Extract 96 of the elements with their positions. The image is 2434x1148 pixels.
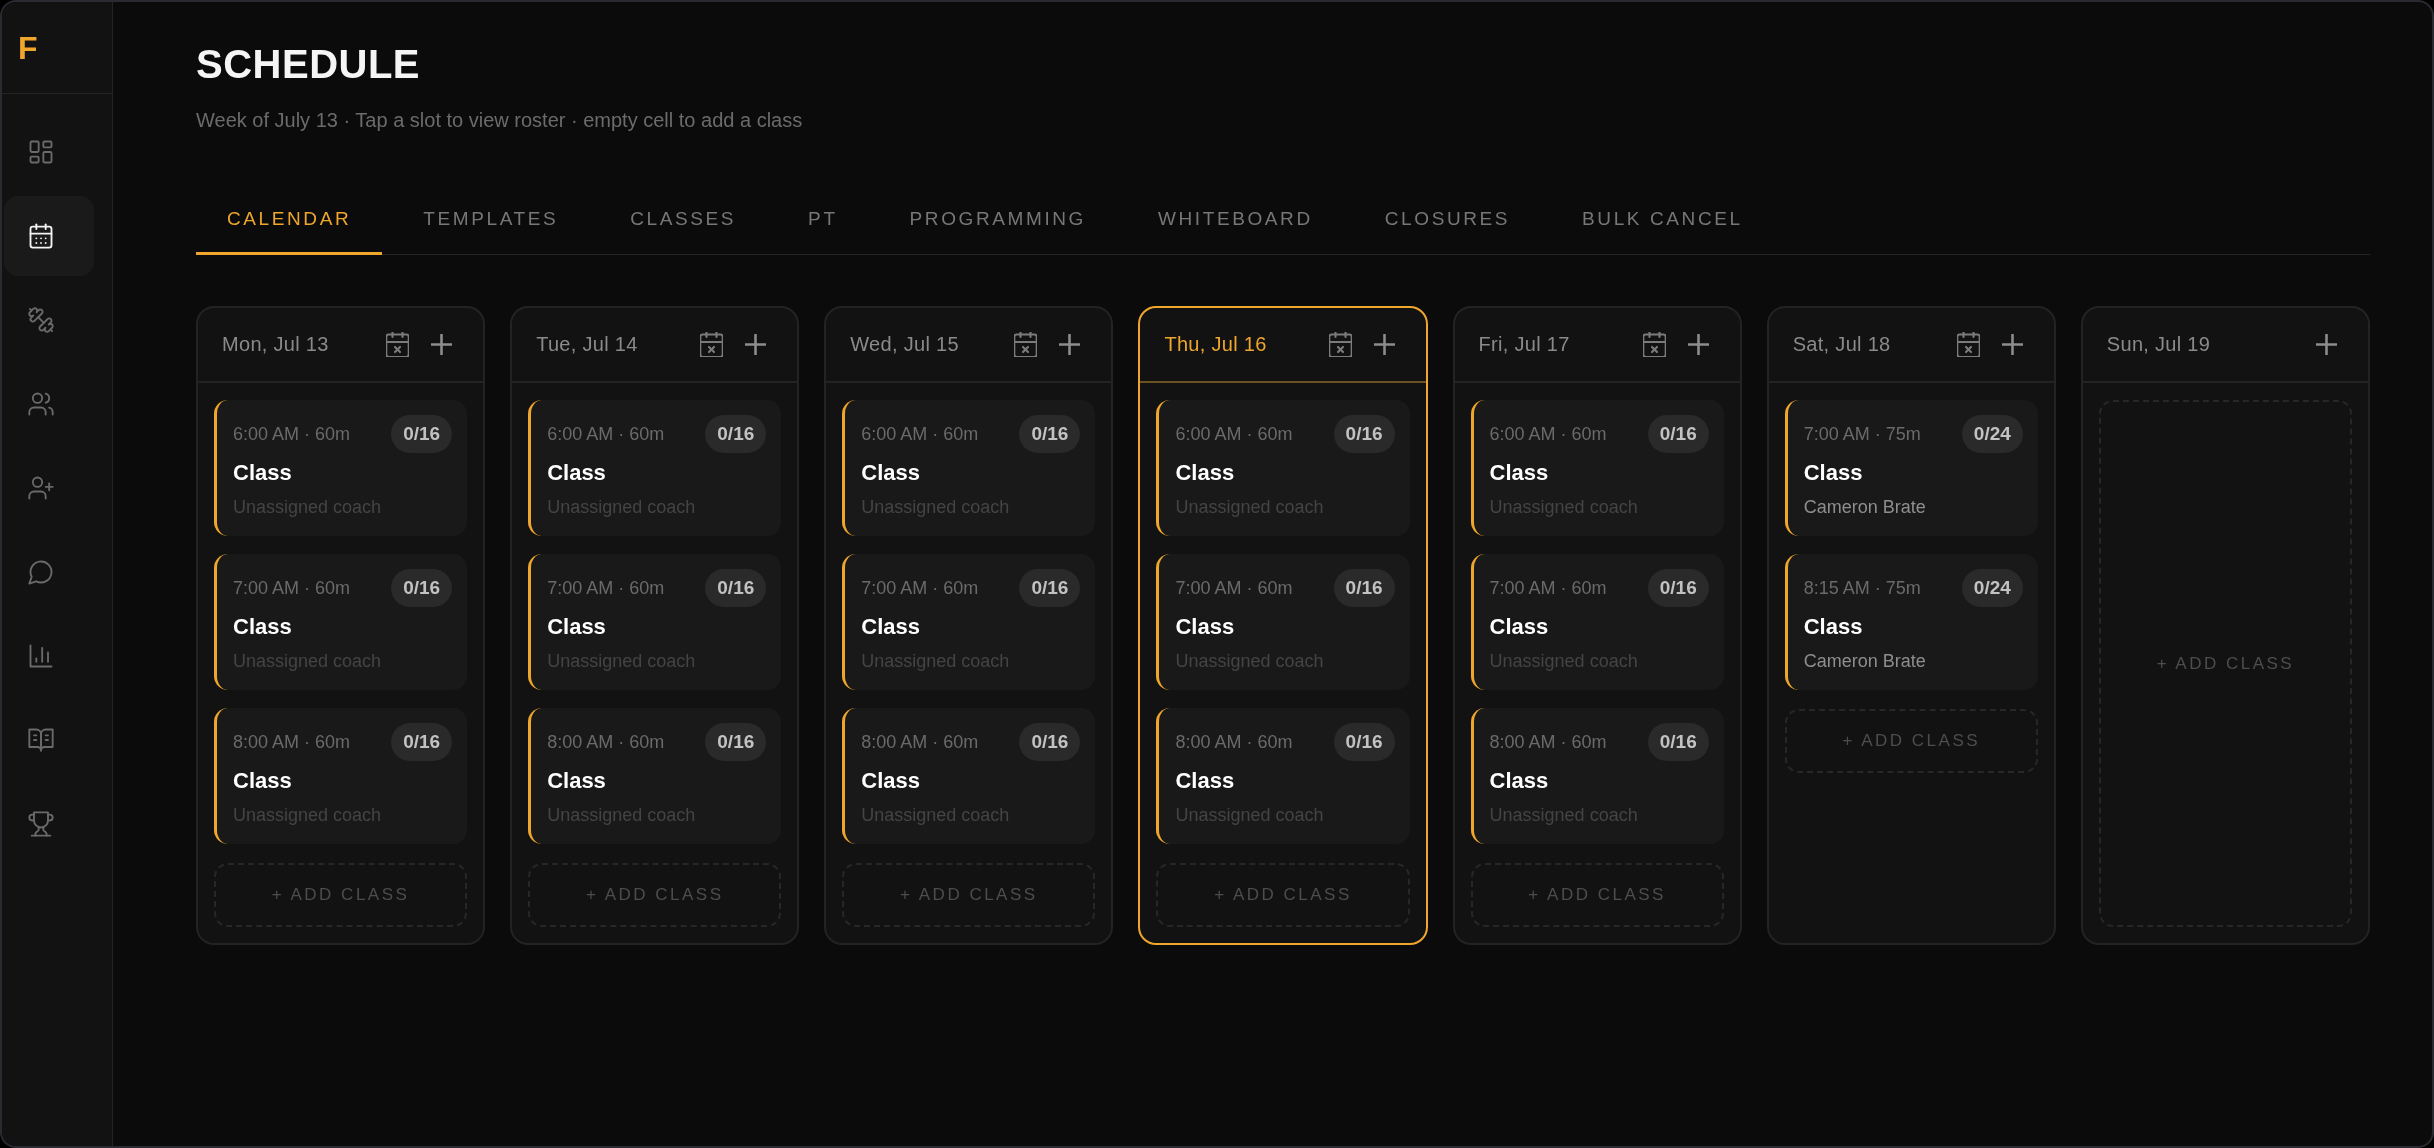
book-icon <box>27 726 55 754</box>
bar-chart-icon <box>27 642 55 670</box>
class-title: Class <box>547 613 607 641</box>
capacity-badge: 0/16 <box>391 723 453 761</box>
users-icon <box>27 390 55 418</box>
class-title: Class <box>1175 767 1236 795</box>
day-label: Fri, Jul 17 <box>1478 333 1570 356</box>
tab[interactable]: BULK CANCEL <box>1551 184 1774 255</box>
class-time: 7:00 AM · 60m <box>547 577 665 599</box>
day-label: Mon, Jul 13 <box>222 333 329 356</box>
class-time: 7:00 AM · 60m <box>233 577 351 599</box>
tab[interactable]: CLOSURES <box>1353 184 1542 255</box>
day-label: Sat, Jul 18 <box>1792 333 1891 356</box>
class-time: 8:00 AM · 60m <box>547 731 665 753</box>
class-title: Class <box>1803 459 1864 487</box>
user-plus-icon <box>27 474 55 502</box>
tab[interactable]: WHITEBOARD <box>1127 184 1344 255</box>
page-title: SCHEDULE <box>196 41 422 88</box>
capacity-badge: 0/16 <box>1019 415 1081 453</box>
coach-name: Cameron Brate <box>1803 496 1927 519</box>
day-label: Sun, Jul 19 <box>2106 333 2211 356</box>
calendar-icon <box>27 222 55 250</box>
class-title: Class <box>547 459 607 487</box>
class-title: Class <box>233 613 293 641</box>
class-title: Class <box>861 459 921 487</box>
plus-icon[interactable] <box>431 334 453 355</box>
class-title: Class <box>233 459 293 487</box>
class-time: 8:00 AM · 60m <box>233 731 351 753</box>
capacity-badge: 0/16 <box>1333 569 1395 607</box>
class-card[interactable]: 7:00 AM · 75m 0/24 Class Cameron Brate <box>1784 400 2038 536</box>
class-time: 6:00 AM · 60m <box>861 423 979 445</box>
tab[interactable]: TEMPLATES <box>392 184 590 255</box>
class-title: Class <box>547 767 607 795</box>
class-title: Class <box>1489 613 1550 641</box>
dashboard-icon <box>27 138 55 166</box>
tab[interactable]: PT <box>777 184 869 255</box>
plus-icon[interactable] <box>1059 334 1081 355</box>
plus-icon[interactable] <box>1373 334 1395 355</box>
class-title: Class <box>1175 459 1236 487</box>
plus-icon[interactable] <box>1687 334 1709 355</box>
calendar-x-icon[interactable] <box>1014 332 1038 357</box>
capacity-badge: 0/16 <box>1019 723 1081 761</box>
day-label: Tue, Jul 14 <box>536 333 638 356</box>
class-time: 8:15 AM · 75m <box>1803 577 1921 599</box>
class-title: Class <box>861 767 921 795</box>
capacity-badge: 0/16 <box>1647 415 1709 453</box>
capacity-badge: 0/16 <box>391 569 453 607</box>
class-time: 7:00 AM · 60m <box>1175 577 1293 599</box>
calendar-x-icon[interactable] <box>386 332 410 357</box>
page-subtitle: Week of July 13 · Tap a slot to view roster · empty cell to add a class <box>196 108 804 133</box>
class-time: 6:00 AM · 60m <box>1175 423 1293 445</box>
class-time: 7:00 AM · 60m <box>861 577 979 599</box>
capacity-badge: 0/16 <box>1647 569 1709 607</box>
calendar-x-icon[interactable] <box>1642 332 1666 357</box>
class-time: 7:00 AM · 75m <box>1803 423 1921 445</box>
capacity-badge: 0/16 <box>391 415 453 453</box>
class-title: Class <box>861 613 921 641</box>
calendar-x-icon[interactable] <box>1956 332 1980 357</box>
class-time: 8:00 AM · 60m <box>861 731 979 753</box>
plus-icon[interactable] <box>2001 334 2023 355</box>
trophy-icon <box>27 810 55 838</box>
chat-bubble-icon <box>27 558 55 586</box>
class-time: 8:00 AM · 60m <box>1489 731 1607 753</box>
calendar-x-icon[interactable] <box>700 332 724 357</box>
capacity-badge: 0/16 <box>705 569 767 607</box>
tab[interactable]: PROGRAMMING <box>878 184 1117 255</box>
class-title: Class <box>1489 767 1550 795</box>
capacity-badge: 0/16 <box>1647 723 1709 761</box>
day-label: Wed, Jul 15 <box>850 333 959 356</box>
class-time: 6:00 AM · 60m <box>1489 423 1607 445</box>
capacity-badge: 0/16 <box>1333 415 1395 453</box>
day-label: Thu, Jul 16 <box>1164 333 1267 356</box>
class-title: Class <box>233 767 293 795</box>
capacity-badge: 0/16 <box>705 415 767 453</box>
class-title: Class <box>1489 459 1550 487</box>
capacity-badge: 0/16 <box>1333 723 1395 761</box>
capacity-badge: 0/24 <box>1961 415 2023 453</box>
plus-icon[interactable] <box>2316 334 2337 355</box>
class-time: 8:00 AM · 60m <box>1175 731 1293 753</box>
class-title: Class <box>1175 613 1236 641</box>
logo-letter: F <box>18 29 38 66</box>
capacity-badge: 0/16 <box>1019 569 1081 607</box>
class-time: 6:00 AM · 60m <box>547 423 665 445</box>
class-title: Class <box>1803 613 1864 641</box>
tab[interactable]: CALENDAR <box>196 184 383 255</box>
tab[interactable]: CLASSES <box>599 184 768 255</box>
plus-icon[interactable] <box>745 334 767 355</box>
class-time: 7:00 AM · 60m <box>1489 577 1607 599</box>
capacity-badge: 0/16 <box>705 723 767 761</box>
sidebar-item[interactable] <box>4 196 94 276</box>
class-time: 6:00 AM · 60m <box>233 423 351 445</box>
calendar-x-icon[interactable] <box>1328 332 1352 357</box>
capacity-badge: 0/24 <box>1961 569 2023 607</box>
dumbbell-icon <box>27 306 55 334</box>
coach-name: Cameron Brate <box>1803 650 1927 673</box>
class-card[interactable]: 8:15 AM · 75m 0/24 Class Cameron Brate <box>1784 554 2038 690</box>
